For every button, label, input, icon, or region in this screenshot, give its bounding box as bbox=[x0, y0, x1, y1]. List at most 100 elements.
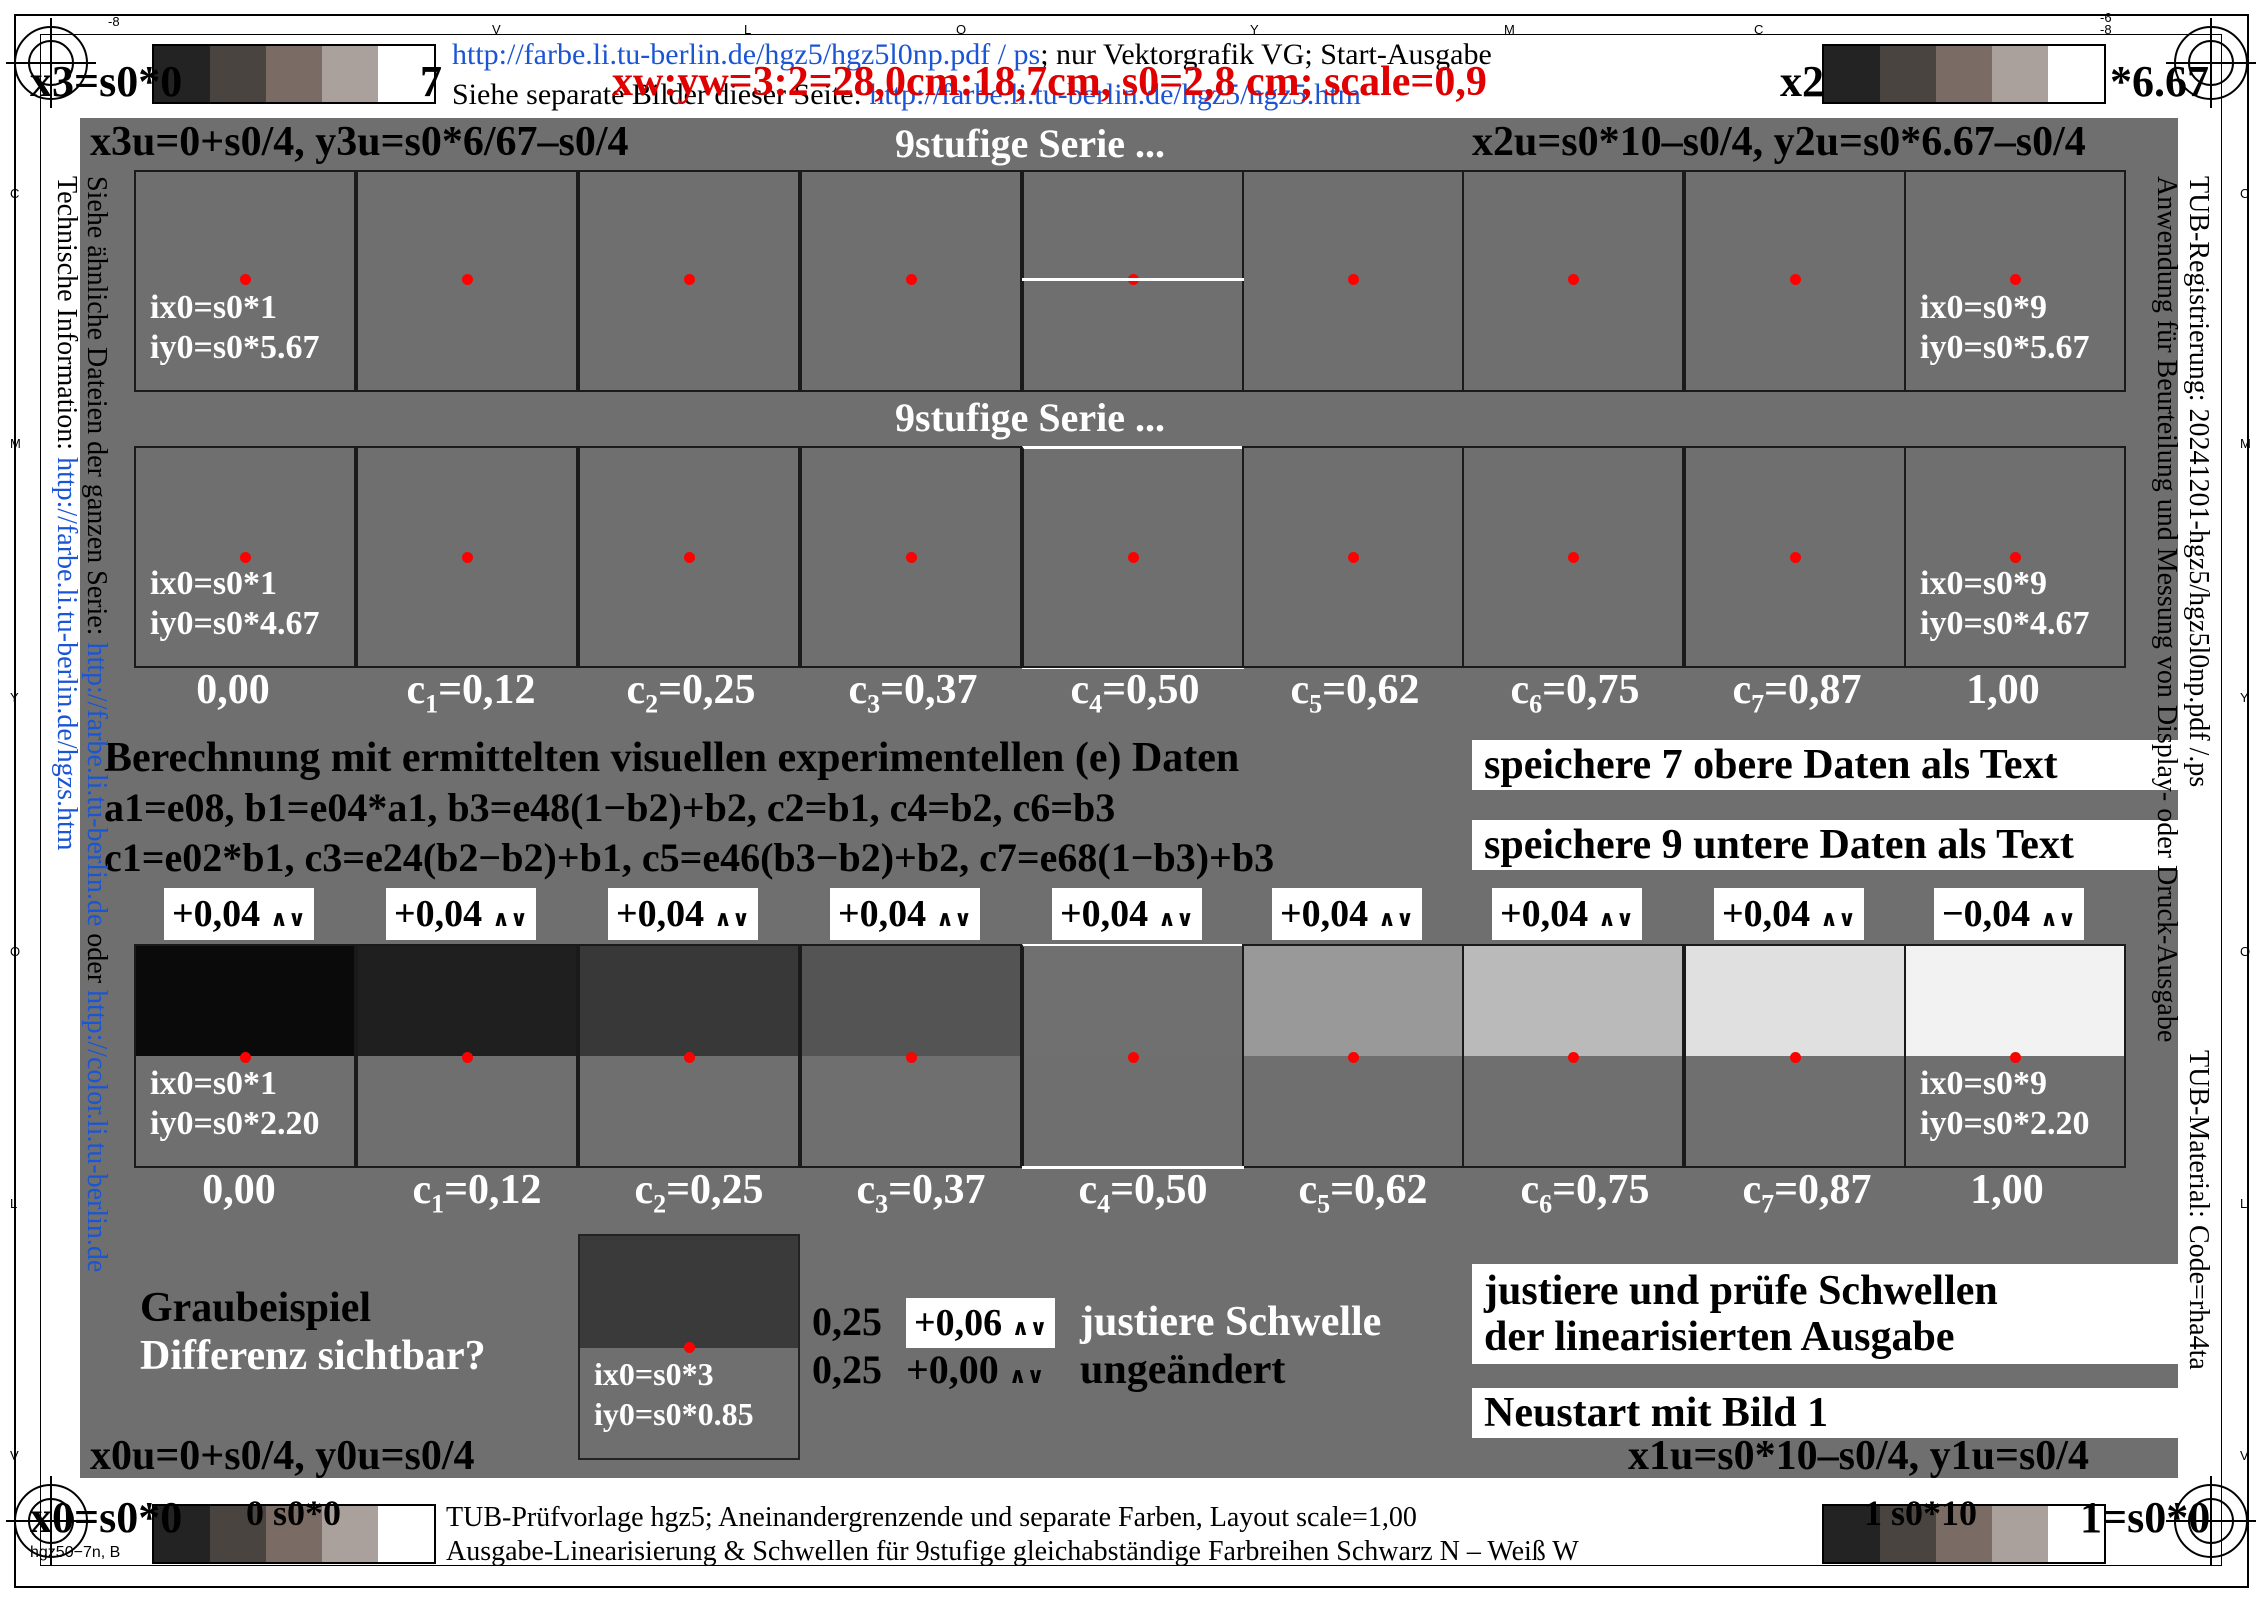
step-adjust-control[interactable]: +0,04 ∧∨ bbox=[1492, 888, 1642, 940]
cell-label: iy0=s0*4.67 bbox=[150, 605, 320, 642]
red-marker bbox=[906, 274, 917, 285]
value-label: c7=0,87 bbox=[1732, 667, 1862, 719]
edge-mark: Y bbox=[2240, 690, 2249, 705]
right-vertical-text-1: TUB-Registrierung: 20241201-hgz5/hgz5l0n… bbox=[2183, 176, 2214, 788]
save-7-button[interactable]: speichere 7 obere Daten als Text bbox=[1472, 740, 2182, 790]
left-vertical-text-1: Siehe ähnliche Dateien der ganzen Serie:… bbox=[81, 176, 112, 1273]
red-marker bbox=[1348, 274, 1359, 285]
bottom-left-header: x0u=0+s0/4, y0u=s0/4 bbox=[90, 1433, 475, 1479]
cell-label: iy0=s0*4.67 bbox=[1920, 605, 2090, 642]
corner-label: 1 s0*10 bbox=[1864, 1493, 1978, 1533]
calc-line-2: c1=e02*b1, c3=e24(b2−b2)+b1, c5=e46(b3−b… bbox=[104, 835, 1275, 880]
edge-mark: -8 bbox=[2100, 22, 2112, 37]
example-iy: iy0=s0*0.85 bbox=[594, 1396, 754, 1432]
edge-mark: C bbox=[1754, 22, 1764, 37]
stepper-arrows-icon: ∧∨ bbox=[492, 906, 528, 931]
red-marker bbox=[240, 1052, 251, 1063]
edge-mark: Y bbox=[10, 690, 19, 705]
edge-mark: L bbox=[2240, 1196, 2248, 1211]
red-marker bbox=[906, 1052, 917, 1063]
stepper-arrows-icon: ∧∨ bbox=[936, 906, 972, 931]
gray-swatch bbox=[1244, 946, 1462, 1056]
step-adjust-control[interactable]: −0,04 ∧∨ bbox=[1934, 888, 2084, 940]
edge-mark: V bbox=[10, 1448, 19, 1463]
stepper-arrows-icon: ∧∨ bbox=[2040, 906, 2076, 931]
threshold-base-2: 0,25 bbox=[812, 1347, 882, 1392]
cell-label: ix0=s0*9 bbox=[1920, 565, 2048, 602]
edge-mark: M bbox=[1504, 22, 1515, 37]
step-adjust-control[interactable]: +0,04 ∧∨ bbox=[1714, 888, 1864, 940]
example-ix: ix0=s0*3 bbox=[594, 1356, 714, 1392]
stepper-arrows-icon: ∧∨ bbox=[714, 906, 750, 931]
gray-swatch bbox=[136, 946, 354, 1056]
red-marker bbox=[2010, 1052, 2021, 1063]
edge-mark: V bbox=[492, 22, 501, 37]
gray-strip bbox=[1822, 44, 2106, 104]
red-marker bbox=[1568, 1052, 1579, 1063]
edge-mark: O bbox=[2240, 944, 2251, 959]
series-title-2: 9stufige Serie ... bbox=[895, 395, 1165, 440]
right-vertical-text-3: TUB-Material: Code=rha4ta bbox=[2183, 1050, 2214, 1370]
stepper-arrows-icon: ∧∨ bbox=[1820, 906, 1856, 931]
gray-swatch bbox=[1024, 946, 1242, 1056]
edge-mark: Y bbox=[1250, 22, 1259, 37]
left-vertical-text-2: Technische Information: http://farbe.li.… bbox=[51, 176, 82, 851]
red-marker bbox=[462, 552, 473, 563]
red-marker bbox=[462, 274, 473, 285]
threshold-adjust-2[interactable]: +0,00 ∧∨ bbox=[906, 1346, 1045, 1393]
gray-swatch bbox=[1686, 946, 1904, 1056]
restart-button[interactable]: Neustart mit Bild 1 bbox=[1472, 1388, 2186, 1438]
cell-label: ix0=s0*9 bbox=[1920, 1065, 2048, 1102]
divider-line bbox=[1022, 278, 1244, 281]
step-adjust-control[interactable]: +0,04 ∧∨ bbox=[830, 888, 980, 940]
series-title: 9stufige Serie ... bbox=[895, 121, 1165, 166]
value-label: c4=0,50 bbox=[1078, 1167, 1208, 1219]
edge-mark: M bbox=[2240, 436, 2251, 451]
check-thresholds-button[interactable]: justiere und prüfe Schwellen der linearis… bbox=[1472, 1264, 2186, 1364]
value-label: c3=0,37 bbox=[856, 1167, 986, 1219]
corner-label: x3=s0*0 bbox=[30, 57, 183, 106]
footer-code: hgz50−7n, B bbox=[30, 1544, 121, 1561]
value-label: 0,00 bbox=[202, 1167, 276, 1213]
header-right: x2u=s0*10–s0/4, y2u=s0*6.67–s0/4 bbox=[1472, 119, 2086, 165]
value-label: c7=0,87 bbox=[1742, 1167, 1872, 1219]
step-adjust-control[interactable]: +0,04 ∧∨ bbox=[1272, 888, 1422, 940]
red-marker bbox=[240, 552, 251, 563]
step-adjust-control[interactable]: +0,04 ∧∨ bbox=[386, 888, 536, 940]
edge-mark: L bbox=[744, 22, 752, 37]
red-marker bbox=[1568, 274, 1579, 285]
save-9-button[interactable]: speichere 9 untere Daten als Text bbox=[1472, 820, 2182, 870]
gray-swatch bbox=[802, 946, 1020, 1056]
value-label: c6=0,75 bbox=[1520, 1167, 1650, 1219]
corner-label: x2 bbox=[1780, 57, 1824, 106]
red-marker bbox=[684, 274, 695, 285]
step-adjust-control[interactable]: +0,04 ∧∨ bbox=[608, 888, 758, 940]
edge-mark: M bbox=[10, 436, 21, 451]
gray-swatch bbox=[1464, 946, 1682, 1056]
step-adjust-control[interactable]: +0,04 ∧∨ bbox=[1052, 888, 1202, 940]
red-marker bbox=[462, 1052, 473, 1063]
gray-strip bbox=[152, 44, 436, 104]
cell-label: iy0=s0*5.67 bbox=[1920, 329, 2090, 366]
red-marker bbox=[240, 274, 251, 285]
cell-label: iy0=s0*2.20 bbox=[1920, 1105, 2090, 1142]
calc-title: Berechnung mit ermittelten visuellen exp… bbox=[104, 735, 1240, 781]
corner-label: 1=s0*0 bbox=[2080, 1493, 2211, 1542]
edge-mark: C bbox=[10, 186, 20, 201]
corner-label: 7 bbox=[420, 57, 442, 106]
cell-label: iy0=s0*2.20 bbox=[150, 1105, 320, 1142]
threshold-adjust-1[interactable]: +0,06 ∧∨ bbox=[906, 1298, 1056, 1348]
gray-swatch bbox=[358, 946, 576, 1056]
step-adjust-control[interactable]: +0,04 ∧∨ bbox=[164, 888, 314, 940]
red-marker bbox=[684, 1342, 695, 1353]
example-cell: ix0=s0*3 iy0=s0*0.85 bbox=[578, 1234, 800, 1460]
threshold-text-2: ungeändert bbox=[1080, 1347, 1286, 1393]
value-label: c5=0,62 bbox=[1290, 667, 1420, 719]
stepper-arrows-icon: ∧∨ bbox=[1158, 906, 1194, 931]
corner-label: x0=s0*0 bbox=[30, 1493, 183, 1542]
value-label: c5=0,62 bbox=[1298, 1167, 1428, 1219]
footer-line-2: Ausgabe-Linearisierung & Schwellen für 9… bbox=[446, 1536, 1579, 1567]
value-label: 1,00 bbox=[1966, 667, 2040, 713]
cell-label: ix0=s0*1 bbox=[150, 1065, 278, 1102]
edge-mark: C bbox=[2240, 186, 2250, 201]
